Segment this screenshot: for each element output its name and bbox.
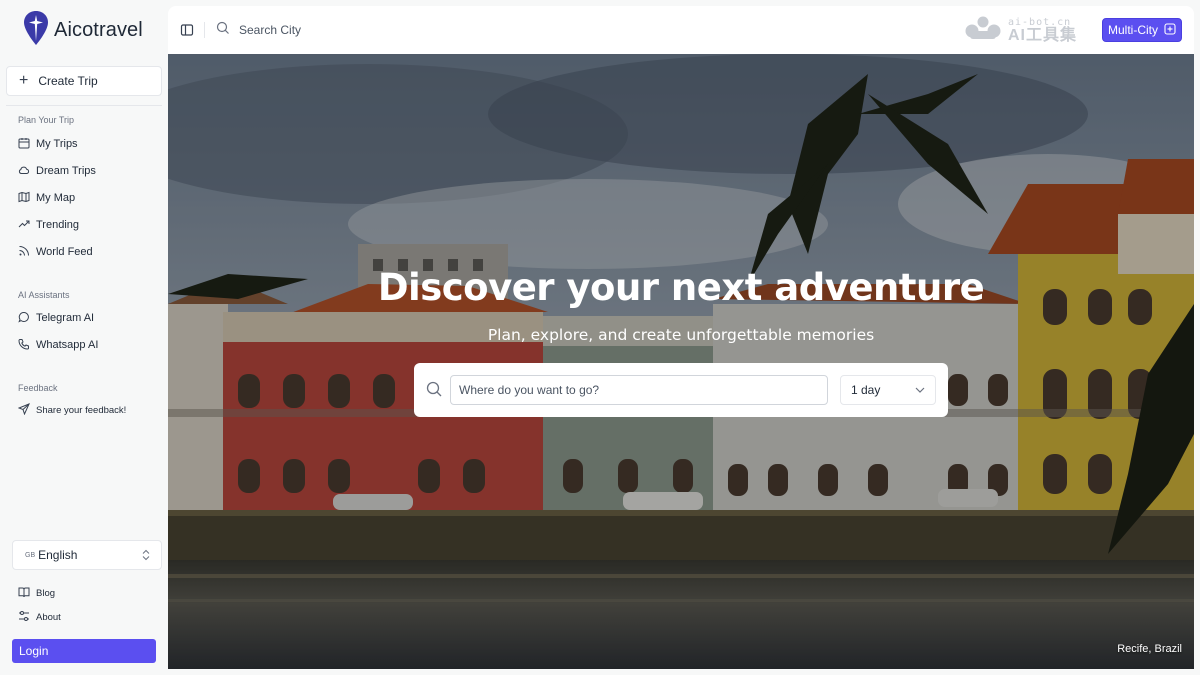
logo-icon bbox=[24, 10, 48, 51]
footer-link-blog[interactable]: Blog bbox=[18, 585, 55, 601]
search-icon bbox=[426, 381, 442, 397]
sidebar: Aicotravel + Create Trip Plan Your Trip … bbox=[0, 0, 168, 675]
app-logo[interactable]: Aicotravel bbox=[24, 10, 143, 51]
sidebar-item-label: World Feed bbox=[36, 246, 93, 258]
footer-link-label: Blog bbox=[36, 587, 56, 599]
destination-search-card: 1 day bbox=[414, 363, 948, 417]
phone-icon bbox=[18, 338, 30, 353]
sidebar-item-label: My Map bbox=[36, 192, 76, 204]
search-icon bbox=[216, 21, 230, 40]
section-title-feedback: Feedback bbox=[18, 383, 58, 393]
hero-subtitle: Plan, explore, and create unforgettable … bbox=[487, 326, 875, 344]
watermark: ai-bot.cn AI工具集 bbox=[964, 15, 1077, 46]
chevron-up-down-icon bbox=[141, 549, 151, 561]
language-label: English bbox=[38, 548, 78, 562]
sidebar-item-label: Whatsapp AI bbox=[36, 339, 99, 351]
sidebar-item-world-feed[interactable]: World Feed bbox=[18, 244, 93, 260]
sidebar-item-label: Trending bbox=[36, 219, 80, 231]
trip-duration-select[interactable]: 1 day bbox=[840, 375, 936, 405]
login-button[interactable]: Login bbox=[12, 639, 156, 663]
city-search[interactable] bbox=[216, 20, 399, 40]
destination-input[interactable] bbox=[450, 375, 828, 405]
watermark-url: ai-bot.cn bbox=[1008, 16, 1072, 28]
plus-square-icon bbox=[1164, 22, 1176, 38]
sidebar-item-my-trips[interactable]: My Trips bbox=[18, 136, 78, 152]
multi-city-label: Multi-City bbox=[1108, 23, 1158, 37]
trending-icon bbox=[18, 218, 30, 233]
section-title-ai: AI Assistants bbox=[18, 290, 70, 300]
watermark-name: AI工具集 bbox=[1008, 26, 1078, 44]
flag-icon: GB bbox=[25, 551, 36, 559]
multi-city-button[interactable]: Multi-City bbox=[1102, 18, 1182, 42]
chat-bubble-icon bbox=[18, 311, 30, 326]
sidebar-item-my-map[interactable]: My Map bbox=[18, 190, 75, 206]
map-icon bbox=[18, 191, 30, 206]
sidebar-item-trending[interactable]: Trending bbox=[18, 217, 79, 233]
sidebar-item-dream-trips[interactable]: Dream Trips bbox=[18, 163, 96, 179]
cloud-icon bbox=[18, 164, 30, 179]
chevron-down-icon bbox=[915, 387, 925, 393]
calendar-icon bbox=[18, 137, 30, 152]
footer-link-about[interactable]: About bbox=[18, 609, 61, 625]
book-icon bbox=[18, 586, 30, 601]
sidebar-item-label: Dream Trips bbox=[36, 165, 96, 177]
app-name: Aicotravel bbox=[54, 18, 143, 41]
top-bar: ai-bot.cn AI工具集 Multi-City bbox=[168, 6, 1194, 54]
photo-location-caption: Recife, Brazil bbox=[1117, 643, 1182, 655]
watermark-logo-icon bbox=[964, 15, 1002, 46]
settings-icon bbox=[18, 610, 30, 625]
plus-icon: + bbox=[19, 72, 29, 89]
sidebar-item-label: Telegram AI bbox=[36, 312, 95, 324]
sidebar-divider bbox=[6, 105, 162, 106]
sidebar-item-telegram-ai[interactable]: Telegram AI bbox=[18, 310, 94, 326]
sidebar-item-share-feedback[interactable]: Share your feedback! bbox=[17, 402, 127, 418]
hero-title: Discover your next adventure bbox=[377, 266, 985, 309]
hero-overlay bbox=[168, 54, 1194, 669]
sidebar-item-label: My Trips bbox=[36, 138, 78, 150]
language-select[interactable]: GB English bbox=[12, 540, 162, 570]
sidebar-toggle-icon[interactable] bbox=[180, 23, 194, 37]
topbar-divider bbox=[204, 22, 205, 38]
sidebar-item-whatsapp-ai[interactable]: Whatsapp AI bbox=[18, 337, 98, 353]
rss-icon bbox=[18, 245, 30, 260]
create-trip-label: Create Trip bbox=[38, 74, 98, 88]
send-icon bbox=[17, 402, 30, 418]
footer-link-label: About bbox=[36, 611, 61, 623]
section-title-plan: Plan Your Trip bbox=[18, 115, 75, 125]
hero-section: Discover your next adventure Plan, explo… bbox=[168, 54, 1194, 669]
city-search-input[interactable] bbox=[239, 23, 399, 37]
create-trip-button[interactable]: + Create Trip bbox=[6, 66, 162, 96]
sidebar-item-label: Share your feedback! bbox=[36, 404, 127, 416]
trip-duration-value: 1 day bbox=[851, 383, 881, 397]
